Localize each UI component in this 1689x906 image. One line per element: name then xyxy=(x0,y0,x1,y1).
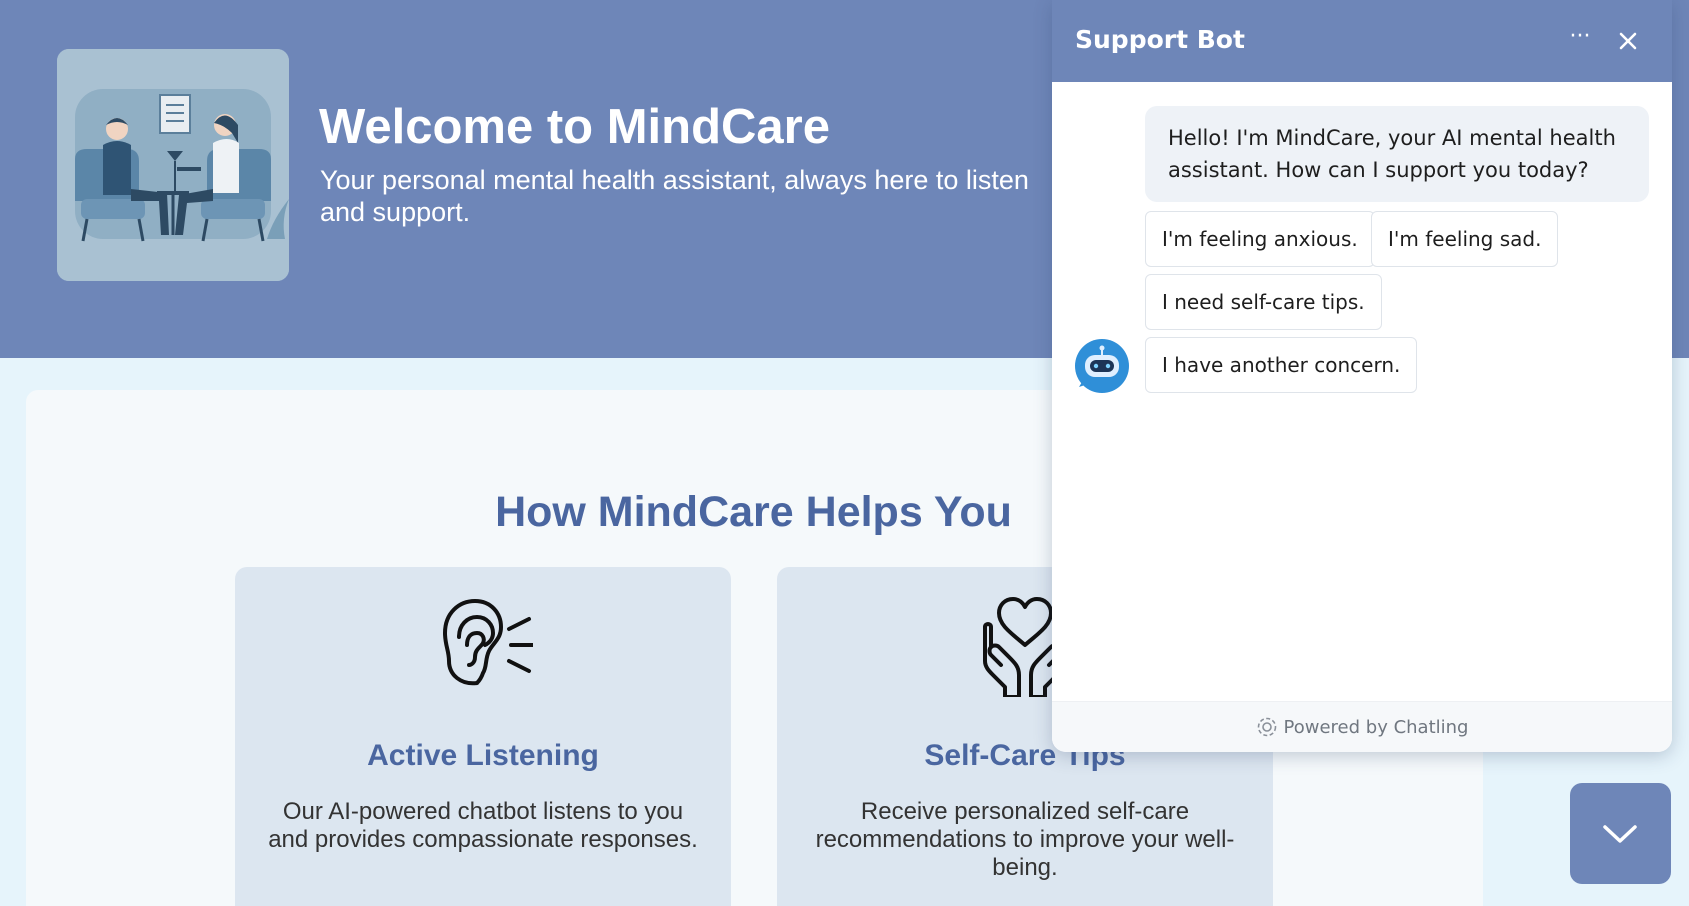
hero-illustration xyxy=(57,49,289,281)
quick-reply-sad[interactable]: I'm feeling sad. xyxy=(1371,211,1559,267)
chat-toggle-button[interactable] xyxy=(1570,783,1671,884)
feature-card-title: Active Listening xyxy=(367,739,599,772)
chatling-logo-icon xyxy=(1256,716,1278,738)
quick-reply-self-care[interactable]: I need self-care tips. xyxy=(1145,274,1382,330)
robot-avatar-icon xyxy=(1075,339,1129,393)
page-title: Welcome to MindCare xyxy=(319,100,830,154)
quick-reply-other[interactable]: I have another concern. xyxy=(1145,337,1418,393)
chat-header: Support Bot ··· xyxy=(1052,0,1672,82)
ear-listening-icon xyxy=(433,597,535,697)
chat-widget: Support Bot ··· Hello! I'm MindCare, you… xyxy=(1052,0,1672,752)
page-subtitle: Your personal mental health assistant, a… xyxy=(320,165,1029,227)
feature-card-description: Receive personalized self-care recommend… xyxy=(815,798,1235,881)
feature-card-active-listening: Active Listening Our AI-powered chatbot … xyxy=(235,567,731,906)
more-horizontal-icon[interactable]: ··· xyxy=(1563,24,1597,56)
feature-card-description: Our AI-powered chatbot listens to you an… xyxy=(268,798,698,853)
quick-reply-anxious[interactable]: I'm feeling anxious. xyxy=(1145,211,1375,267)
chat-footer: Powered by Chatling xyxy=(1052,701,1672,752)
close-icon[interactable] xyxy=(1611,24,1645,58)
chevron-down-icon xyxy=(1603,825,1637,843)
chat-title: Support Bot xyxy=(1075,25,1245,54)
powered-by[interactable]: Powered by Chatling xyxy=(1052,716,1672,738)
powered-by-text: Powered by Chatling xyxy=(1283,717,1469,738)
bot-message: Hello! I'm MindCare, your AI mental heal… xyxy=(1145,106,1649,202)
